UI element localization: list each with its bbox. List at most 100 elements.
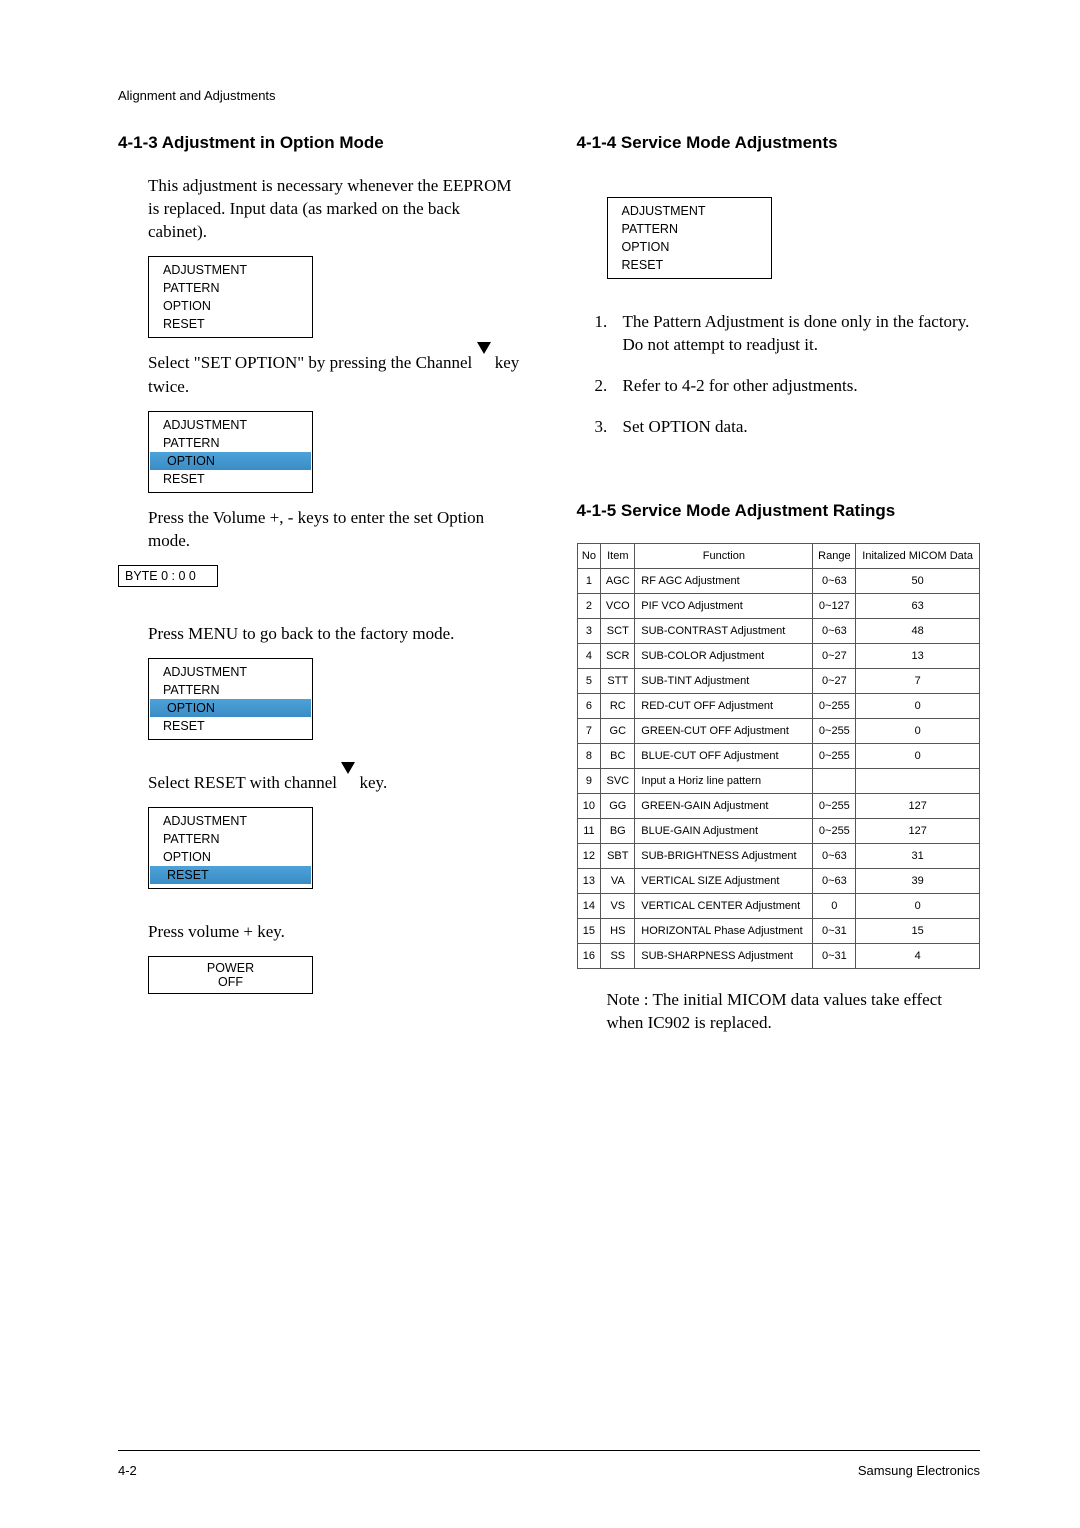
td-item: AGC <box>601 568 635 593</box>
table-row: 8BCBLUE-CUT OFF Adjustment0~2550 <box>577 743 980 768</box>
table-row: 3SCTSUB-CONTRAST Adjustment0~6348 <box>577 618 980 643</box>
triangle-down-icon <box>477 353 491 376</box>
table-row: 12SBTSUB-BRIGHTNESS Adjustment0~6331 <box>577 843 980 868</box>
td-function: SUB-CONTRAST Adjustment <box>635 618 813 643</box>
select-option-text: Select "SET OPTION" by pressing the Chan… <box>148 352 522 399</box>
td-no: 10 <box>577 793 601 818</box>
content-columns: 4-1-3 Adjustment in Option Mode This adj… <box>118 133 980 1035</box>
table-row: 2VCOPIF VCO Adjustment0~12763 <box>577 593 980 618</box>
power-box: POWER OFF <box>148 956 313 994</box>
table-row: 5STTSUB-TINT Adjustment0~277 <box>577 668 980 693</box>
right-column: 4-1-4 Service Mode Adjustments ADJUSTMEN… <box>577 133 981 1035</box>
td-init: 7 <box>856 668 980 693</box>
td-init: 48 <box>856 618 980 643</box>
menu-item: PATTERN <box>149 830 312 848</box>
td-item: RC <box>601 693 635 718</box>
td-item: SS <box>601 943 635 968</box>
td-init: 63 <box>856 593 980 618</box>
td-function: VERTICAL CENTER Adjustment <box>635 893 813 918</box>
note-text: Note : The initial MICOM data values tak… <box>607 989 981 1035</box>
menu-item: OPTION <box>149 297 312 315</box>
td-range: 0~63 <box>813 868 856 893</box>
menu-box-3: ADJUSTMENT PATTERN OPTION RESET <box>148 658 313 740</box>
td-function: BLUE-CUT OFF Adjustment <box>635 743 813 768</box>
footer-brand: Samsung Electronics <box>858 1463 980 1478</box>
list-number: 2. <box>595 375 609 398</box>
td-init: 0 <box>856 693 980 718</box>
menu-item: PATTERN <box>149 681 312 699</box>
menu-item: PATTERN <box>149 279 312 297</box>
table-row: 1AGCRF AGC Adjustment0~6350 <box>577 568 980 593</box>
menu-item: PATTERN <box>149 434 312 452</box>
list-item: 2. Refer to 4-2 for other adjustments. <box>595 375 981 398</box>
menu-item: PATTERN <box>608 220 771 238</box>
th-function: Function <box>635 543 813 568</box>
table-row: 4SCRSUB-COLOR Adjustment0~2713 <box>577 643 980 668</box>
power-label: POWER <box>149 961 312 975</box>
th-range: Range <box>813 543 856 568</box>
table-row: 6RCRED-CUT OFF Adjustment0~2550 <box>577 693 980 718</box>
td-no: 14 <box>577 893 601 918</box>
td-item: VA <box>601 868 635 893</box>
td-init: 0 <box>856 893 980 918</box>
td-function: SUB-COLOR Adjustment <box>635 643 813 668</box>
list-item: 3.Set OPTION data. <box>595 416 981 439</box>
td-function: RF AGC Adjustment <box>635 568 813 593</box>
table-row: 13VAVERTICAL SIZE Adjustment0~6339 <box>577 868 980 893</box>
td-no: 13 <box>577 868 601 893</box>
td-range: 0~31 <box>813 943 856 968</box>
menu-item-selected: OPTION <box>150 699 311 717</box>
td-item: VS <box>601 893 635 918</box>
td-init: 127 <box>856 818 980 843</box>
td-init: 13 <box>856 643 980 668</box>
td-item: SBT <box>601 843 635 868</box>
td-range: 0~63 <box>813 568 856 593</box>
td-function: GREEN-GAIN Adjustment <box>635 793 813 818</box>
th-item: Item <box>601 543 635 568</box>
td-function: HORIZONTAL Phase Adjustment <box>635 918 813 943</box>
td-no: 4 <box>577 643 601 668</box>
td-init: 127 <box>856 793 980 818</box>
text-a: Select "SET OPTION" by pressing the Chan… <box>148 353 472 372</box>
page-footer: 4-2 Samsung Electronics <box>118 1450 980 1478</box>
table-row: 10GGGREEN-GAIN Adjustment0~255127 <box>577 793 980 818</box>
menu-box-4: ADJUSTMENT PATTERN OPTION RESET <box>148 807 313 889</box>
td-range: 0 <box>813 893 856 918</box>
page-number: 4-2 <box>118 1463 137 1478</box>
text-b: key. <box>360 773 388 792</box>
table-header-row: No Item Function Range Initalized MICOM … <box>577 543 980 568</box>
menu-item: RESET <box>608 256 771 274</box>
td-no: 12 <box>577 843 601 868</box>
td-init: 0 <box>856 718 980 743</box>
td-range: 0~27 <box>813 668 856 693</box>
intro-paragraph: This adjustment is necessary whenever th… <box>148 175 522 244</box>
td-function: SUB-BRIGHTNESS Adjustment <box>635 843 813 868</box>
byte-box: BYTE 0 : 0 0 <box>118 565 218 587</box>
table-row: 9SVCInput a Horiz line pattern <box>577 768 980 793</box>
list-text: Refer to 4-2 for other adjustments. <box>623 375 858 398</box>
td-item: STT <box>601 668 635 693</box>
td-range: 0~63 <box>813 618 856 643</box>
td-init: 4 <box>856 943 980 968</box>
td-init: 31 <box>856 843 980 868</box>
td-no: 8 <box>577 743 601 768</box>
td-item: VCO <box>601 593 635 618</box>
heading-4-1-5: 4-1-5 Service Mode Adjustment Ratings <box>577 501 981 521</box>
td-range: 0~31 <box>813 918 856 943</box>
td-function: SUB-TINT Adjustment <box>635 668 813 693</box>
numbered-list: 1.The Pattern Adjustment is done only in… <box>595 311 981 439</box>
menu-item: RESET <box>149 315 312 333</box>
list-number: 3. <box>595 416 609 439</box>
left-column: 4-1-3 Adjustment in Option Mode This adj… <box>118 133 522 1035</box>
menu-item: ADJUSTMENT <box>149 812 312 830</box>
td-function: SUB-SHARPNESS Adjustment <box>635 943 813 968</box>
td-init: 39 <box>856 868 980 893</box>
td-function: RED-CUT OFF Adjustment <box>635 693 813 718</box>
table-row: 15HSHORIZONTAL Phase Adjustment0~3115 <box>577 918 980 943</box>
td-item: GG <box>601 793 635 818</box>
td-init: 50 <box>856 568 980 593</box>
td-no: 5 <box>577 668 601 693</box>
text-a: Select RESET with channel <box>148 773 337 792</box>
td-item: SVC <box>601 768 635 793</box>
td-range: 0~255 <box>813 743 856 768</box>
